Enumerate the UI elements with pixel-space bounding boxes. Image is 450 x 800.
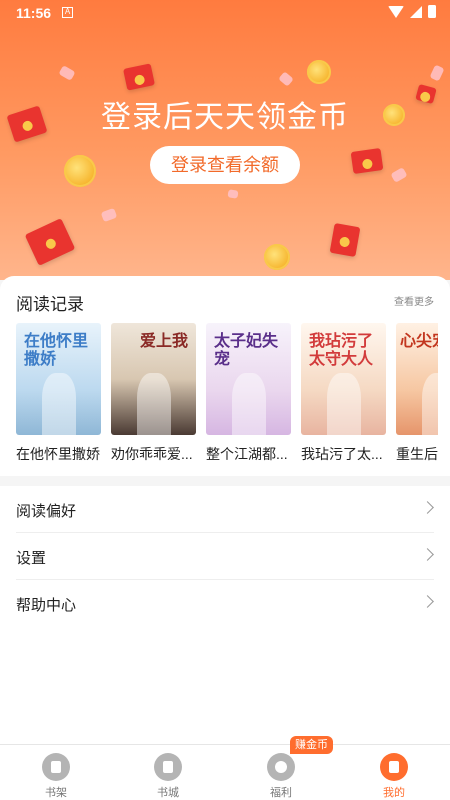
tab-bookstore[interactable]: 书城: [112, 745, 224, 800]
status-bar: 11:56 A: [0, 0, 450, 26]
book-cover[interactable]: 太子妃失宠: [206, 323, 291, 435]
menu-item-help-center[interactable]: 帮助中心: [0, 580, 450, 627]
petal-decoration: [278, 71, 294, 87]
book-cover-title: 心尖宠: [400, 333, 438, 350]
coin-decoration-icon: [64, 155, 96, 187]
chevron-right-icon: [421, 548, 434, 561]
empty-area: [0, 626, 450, 744]
petal-decoration: [227, 189, 239, 199]
battery-icon: [428, 5, 436, 18]
book-item[interactable]: 爱上我 劝你乖乖爱...: [111, 323, 196, 464]
tab-label: 我的: [383, 787, 405, 799]
petal-decoration: [100, 207, 118, 223]
book-list: 在他怀里撒娇 在他怀里撒娇 爱上我 劝你乖乖爱... 太子妃失宠 整个江湖都..…: [16, 323, 438, 464]
coin-decoration-icon: [307, 60, 331, 84]
book-cover[interactable]: 爱上我: [111, 323, 196, 435]
chevron-right-icon: [421, 501, 434, 514]
see-more-link[interactable]: 查看更多: [394, 293, 434, 308]
book-item[interactable]: 在他怀里撒娇 在他怀里撒娇: [16, 323, 101, 464]
book-cover[interactable]: 在他怀里撒娇: [16, 323, 101, 435]
book-title: 整个江湖都...: [206, 446, 288, 462]
tab-label: 书架: [45, 787, 67, 799]
menu-item-reading-preference[interactable]: 阅读偏好: [0, 486, 450, 533]
book-cover[interactable]: 心尖宠: [396, 323, 438, 435]
earn-coins-badge[interactable]: 赚金币: [290, 736, 333, 754]
petal-decoration: [58, 65, 76, 81]
status-time: 11:56: [16, 5, 52, 21]
menu-item-label: 设置: [16, 550, 47, 567]
coin-decoration-icon: [264, 244, 290, 270]
tab-label: 福利: [270, 787, 292, 799]
tab-label: 书城: [157, 787, 179, 799]
book-title: 劝你乖乖爱...: [111, 446, 193, 462]
coin-icon: [267, 753, 295, 781]
book-cover-title: 爱上我: [139, 333, 188, 350]
profile-icon: [380, 753, 408, 781]
reading-history-section: 阅读记录 查看更多 在他怀里撒娇 在他怀里撒娇 爱上我 劝你乖乖爱... 太子妃…: [0, 276, 450, 476]
reading-history-title: 阅读记录: [16, 295, 84, 314]
petal-decoration: [429, 64, 445, 82]
menu-item-label: 帮助中心: [16, 597, 77, 614]
book-item[interactable]: 心尖宠 重生后: [396, 323, 438, 464]
status-icons: [388, 5, 436, 18]
bookstore-icon: [154, 753, 182, 781]
book-cover[interactable]: 我玷污了太守大人: [301, 323, 386, 435]
wifi-icon: [388, 5, 404, 18]
book-cover-title: 太子妃失宠: [214, 333, 279, 368]
signal-icon: [410, 5, 422, 18]
red-envelope-icon: [329, 222, 361, 258]
menu-item-settings[interactable]: 设置: [0, 533, 450, 580]
menu-item-label: 阅读偏好: [16, 503, 77, 520]
settings-menu: 阅读偏好 设置 帮助中心: [0, 486, 450, 626]
book-title: 我玷污了太...: [301, 446, 383, 462]
petal-decoration: [390, 167, 408, 183]
book-cover-title: 我玷污了太守大人: [309, 333, 374, 368]
red-envelope-icon: [123, 63, 155, 91]
book-title: 在他怀里撒娇: [16, 446, 100, 462]
red-envelope-icon: [24, 218, 76, 266]
tab-bookshelf[interactable]: 书架: [0, 745, 112, 800]
book-cover-title: 在他怀里撒娇: [24, 333, 89, 368]
book-item[interactable]: 我玷污了太守大人 我玷污了太...: [301, 323, 386, 464]
bottom-tab-bar: 书架 书城 福利 我的: [0, 744, 450, 800]
chevron-right-icon: [421, 595, 434, 608]
notification-icon: A: [62, 7, 73, 18]
hero-title: 登录后天天领金币: [101, 101, 349, 134]
red-envelope-icon: [350, 148, 384, 174]
login-view-balance-button[interactable]: 登录查看余额: [150, 146, 300, 184]
book-item[interactable]: 太子妃失宠 整个江湖都...: [206, 323, 291, 464]
tab-mine[interactable]: 我的: [338, 745, 450, 800]
hero-banner: 11:56 A 登录后天天领金币 登录查看余额: [0, 0, 450, 280]
book-title: 重生后: [396, 446, 438, 462]
bookshelf-icon: [42, 753, 70, 781]
